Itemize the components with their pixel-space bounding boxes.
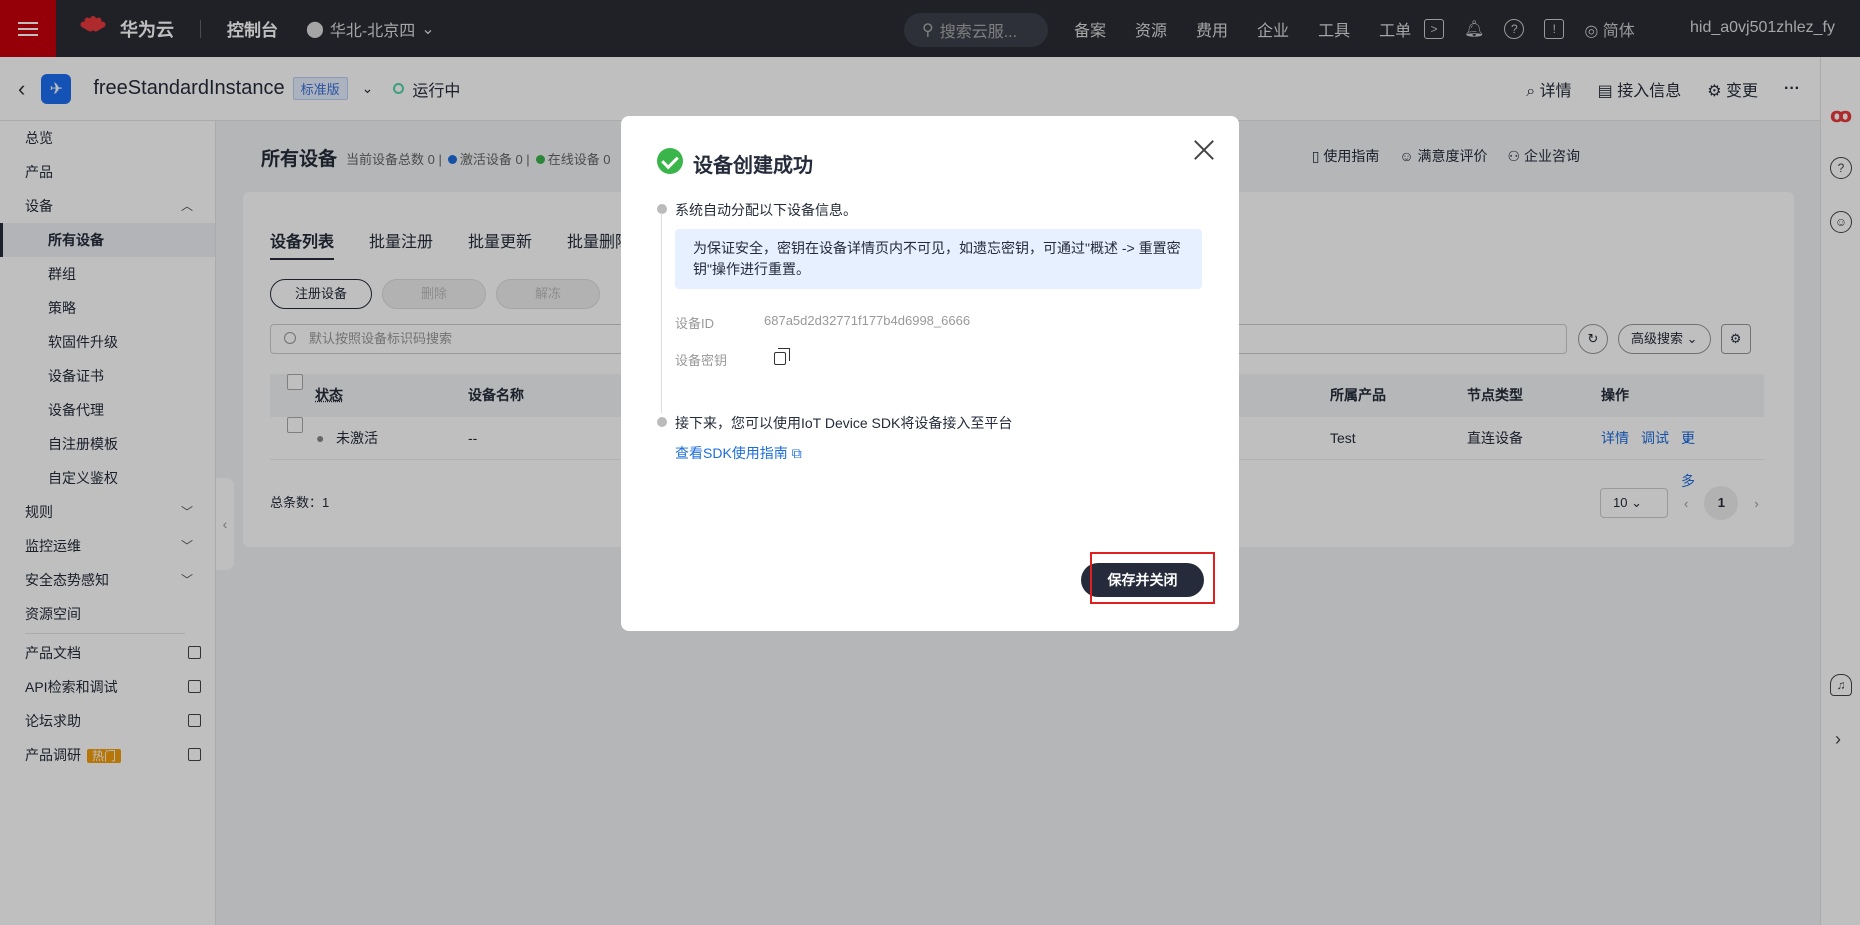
sdk-guide-label: 查看SDK使用指南: [675, 445, 788, 461]
dialog-title: 设备创建成功: [693, 155, 813, 177]
sdk-guide-link[interactable]: 查看SDK使用指南 ⧉: [675, 443, 802, 463]
device-id-label: 设备ID: [675, 316, 715, 331]
device-id-value: 687a5d2d32771f177b4d6998_6666: [764, 313, 971, 328]
success-check-icon: [657, 148, 683, 174]
timeline-line: [661, 213, 662, 413]
step2-text: 接下来，您可以使用IoT Device SDK将设备接入至平台: [675, 415, 1013, 431]
security-note: 为保证安全，密钥在设备详情页内不可见，如遗忘密钥，可通过"概述 -> 重置密钥"…: [675, 229, 1202, 289]
device-secret-label: 设备密钥: [675, 353, 728, 368]
highlight-box: [1090, 552, 1215, 604]
copy-icon[interactable]: [774, 348, 790, 365]
step1-text: 系统自动分配以下设备信息。: [675, 202, 857, 218]
timeline-dot: [657, 204, 667, 214]
close-icon[interactable]: [1193, 138, 1215, 160]
external-link-icon: ⧉: [791, 445, 802, 461]
timeline-dot: [657, 417, 667, 427]
